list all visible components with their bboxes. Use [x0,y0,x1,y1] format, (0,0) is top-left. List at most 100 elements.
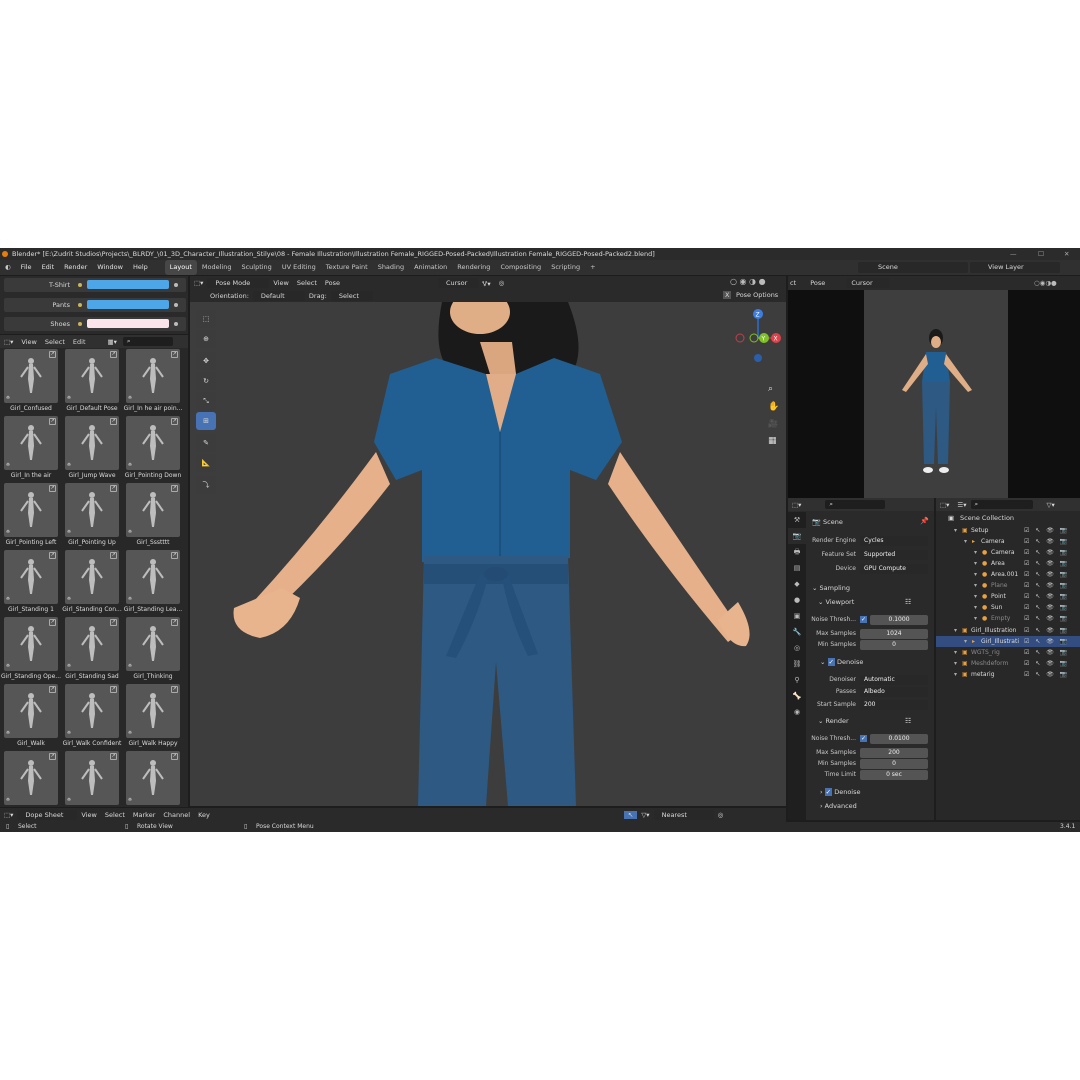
zoom-icon[interactable]: ⌕ [768,384,773,394]
tab-sculpting[interactable]: Sculpting [236,260,276,275]
asset-thumbnail[interactable]: ↗ ⛯ [126,684,180,738]
asset-thumbnail[interactable]: ↗ ⛯ [4,684,58,738]
annotate-tool-icon[interactable]: ✎ [196,434,216,452]
blender-menu-icon[interactable]: ◐ [0,260,16,275]
3d-viewport[interactable]: Z X Y ⌕ ✋ 🎥 ▦ [190,302,786,806]
bone-tool-icon[interactable]: ⤵ [196,476,216,494]
pants-color-field[interactable] [87,300,169,309]
tab-compositing[interactable]: Compositing [495,260,546,275]
display-mode-icon[interactable]: ☰▾ [953,501,970,509]
visibility-icons[interactable]: ☑ ↖ 👁 📷 [1024,549,1069,556]
list-icon[interactable]: ☷ [905,717,911,725]
expand-arrow-icon[interactable]: ▾ [974,582,982,589]
tab-layout[interactable]: Layout [164,260,197,275]
property-value[interactable]: 0 [860,758,928,769]
tab-uv-editing[interactable]: UV Editing [277,260,321,275]
add-workspace-icon[interactable]: + [585,260,600,275]
drag-selector[interactable]: Select Box [330,290,373,310]
visibility-icons[interactable]: ☑ ↖ 👁 📷 [1024,627,1069,634]
viewport-subheader[interactable]: ⌄ Viewport [818,598,854,606]
outliner-item[interactable]: ▾ ● Plane ☑ ↖ 👁 📷 [936,580,1080,591]
tab-scripting[interactable]: Scripting [546,260,585,275]
tab-texture-paint[interactable]: Texture Paint [321,260,373,275]
tab-modeling[interactable]: Modeling [197,260,237,275]
keyframe-dot-icon[interactable] [174,303,178,307]
expand-arrow-icon[interactable]: ▾ [954,660,962,667]
tab-rendering[interactable]: Rendering [452,260,495,275]
mode-selector[interactable]: Pose Mode [207,277,270,288]
property-value[interactable]: 1024 [860,628,928,639]
property-value[interactable]: 0 sec [860,769,928,780]
expand-arrow-icon[interactable]: ▾ [974,604,982,611]
menu-window[interactable]: Window [92,260,128,275]
close-icon[interactable]: ✕ [1064,248,1069,260]
outliner-item[interactable]: ▾ ● Empty ☑ ↖ 👁 📷 [936,613,1080,624]
expand-arrow-icon[interactable]: ▾ [974,593,982,600]
outliner-item[interactable]: ▾ ● Area ☑ ↖ 👁 📷 [936,558,1080,569]
visibility-icons[interactable]: ☑ ↖ 👁 📷 [1024,638,1069,645]
keyframe-dot-icon[interactable] [174,283,178,287]
select-box-tool-icon[interactable]: ⬚ [196,310,216,328]
expand-arrow-icon[interactable]: ▾ [954,627,962,634]
x-mirror-toggle[interactable]: X [723,291,732,299]
keyframe-dot-icon[interactable] [78,322,82,326]
render-subheader[interactable]: ⌄ Render [818,717,849,725]
select-icon[interactable]: ↖ [623,811,638,819]
advanced-subheader[interactable]: › Advanced [820,802,857,810]
outliner-item[interactable]: ▾ ▣ Setup ☑ ↖ 👁 📷 [936,525,1080,536]
keyframe-dot-icon[interactable] [78,303,82,307]
asset-thumbnail[interactable]: ↗ ⛯ [65,416,119,470]
editor-type-icon[interactable]: ⬚▾ [0,338,17,346]
list-icon[interactable]: ☷ [905,598,911,606]
property-value[interactable]: Supported [860,549,928,560]
snap-icon[interactable]: 🜉▾ [478,276,495,290]
viewport-menu-pose[interactable]: Pose [321,279,344,287]
editor-type-icon[interactable]: ⬚▾ [190,279,207,287]
rotate-tool-icon[interactable]: ↻ [196,372,216,390]
snap-selector[interactable]: Nearest Frame [653,810,714,829]
grid-view-icon[interactable]: ▦ [768,436,777,446]
outliner-item[interactable]: ▾ ● Camera ☑ ↖ 👁 📷 [936,547,1080,558]
measure-tool-icon[interactable]: 📐 [196,454,216,472]
viewport-menu-view[interactable]: View [269,279,292,287]
camera-pivot-selector[interactable]: Cursor [847,278,890,288]
proportional-icon[interactable]: ◎ [714,811,728,819]
view-layer-tab-icon[interactable]: ▤ [788,560,806,576]
outliner-item[interactable]: ▾ ● Sun ☑ ↖ 👁 📷 [936,602,1080,613]
property-value[interactable]: Automatic [860,674,928,685]
pin-icon[interactable]: 📌 [920,517,929,525]
asset-thumbnail[interactable]: ↗ ⛯ [65,349,119,403]
expand-arrow-icon[interactable]: ▾ [954,671,962,678]
material-tab-icon[interactable]: ◉ [788,704,806,720]
camera-view-icon[interactable]: 🎥 [768,419,778,428]
editor-type-icon[interactable]: ⬚▾ [936,501,953,509]
visibility-icons[interactable]: ☑ ↖ 👁 📷 [1024,649,1069,656]
scale-tool-icon[interactable]: ⤡ [196,392,216,410]
asset-thumbnail[interactable]: ↗ ⛯ [65,684,119,738]
modifier-tab-icon[interactable]: 🔧 [788,624,806,640]
shoes-color-field[interactable] [87,319,169,328]
navigation-gizmo[interactable]: Z X Y [726,308,786,368]
visibility-icons[interactable]: ☑ ↖ 👁 📷 [1024,660,1069,667]
visibility-icons[interactable]: ☑ ↖ 👁 📷 [1024,538,1069,545]
transform-tool-icon[interactable]: ⊞ [196,412,216,430]
scene-tab-icon[interactable]: ◆ [788,576,806,592]
pan-hand-icon[interactable]: ✋ [768,402,779,412]
visibility-icons[interactable]: ☑ ↖ 👁 📷 [1024,582,1069,589]
asset-thumbnail[interactable]: ↗ ⛯ [65,617,119,671]
display-mode-icon[interactable]: ▦▾ [104,338,121,346]
tool-tab-icon[interactable]: ⚒ [788,512,806,528]
sampling-header[interactable]: ⌄ Sampling [812,584,850,592]
expand-arrow-icon[interactable]: ▾ [954,649,962,656]
filter-icon[interactable]: ▽▾ [637,811,653,819]
proportional-icon[interactable]: ◎ [495,279,509,287]
outliner-item[interactable]: ▾ ▣ metarig ☑ ↖ 👁 📷 [936,669,1080,680]
asset-menu-edit[interactable]: Edit [69,338,90,346]
bone-tab-icon[interactable]: 🦴 [788,688,806,704]
visibility-icons[interactable]: ☑ ↖ 👁 📷 [1024,571,1069,578]
asset-thumbnail[interactable]: ↗ ⛯ [4,416,58,470]
render-tab-icon[interactable]: 📷 [788,528,806,544]
asset-thumbnail[interactable]: ↗ ⛯ [126,416,180,470]
move-tool-icon[interactable]: ✥ [196,352,216,370]
expand-arrow-icon[interactable]: ▾ [974,549,982,556]
